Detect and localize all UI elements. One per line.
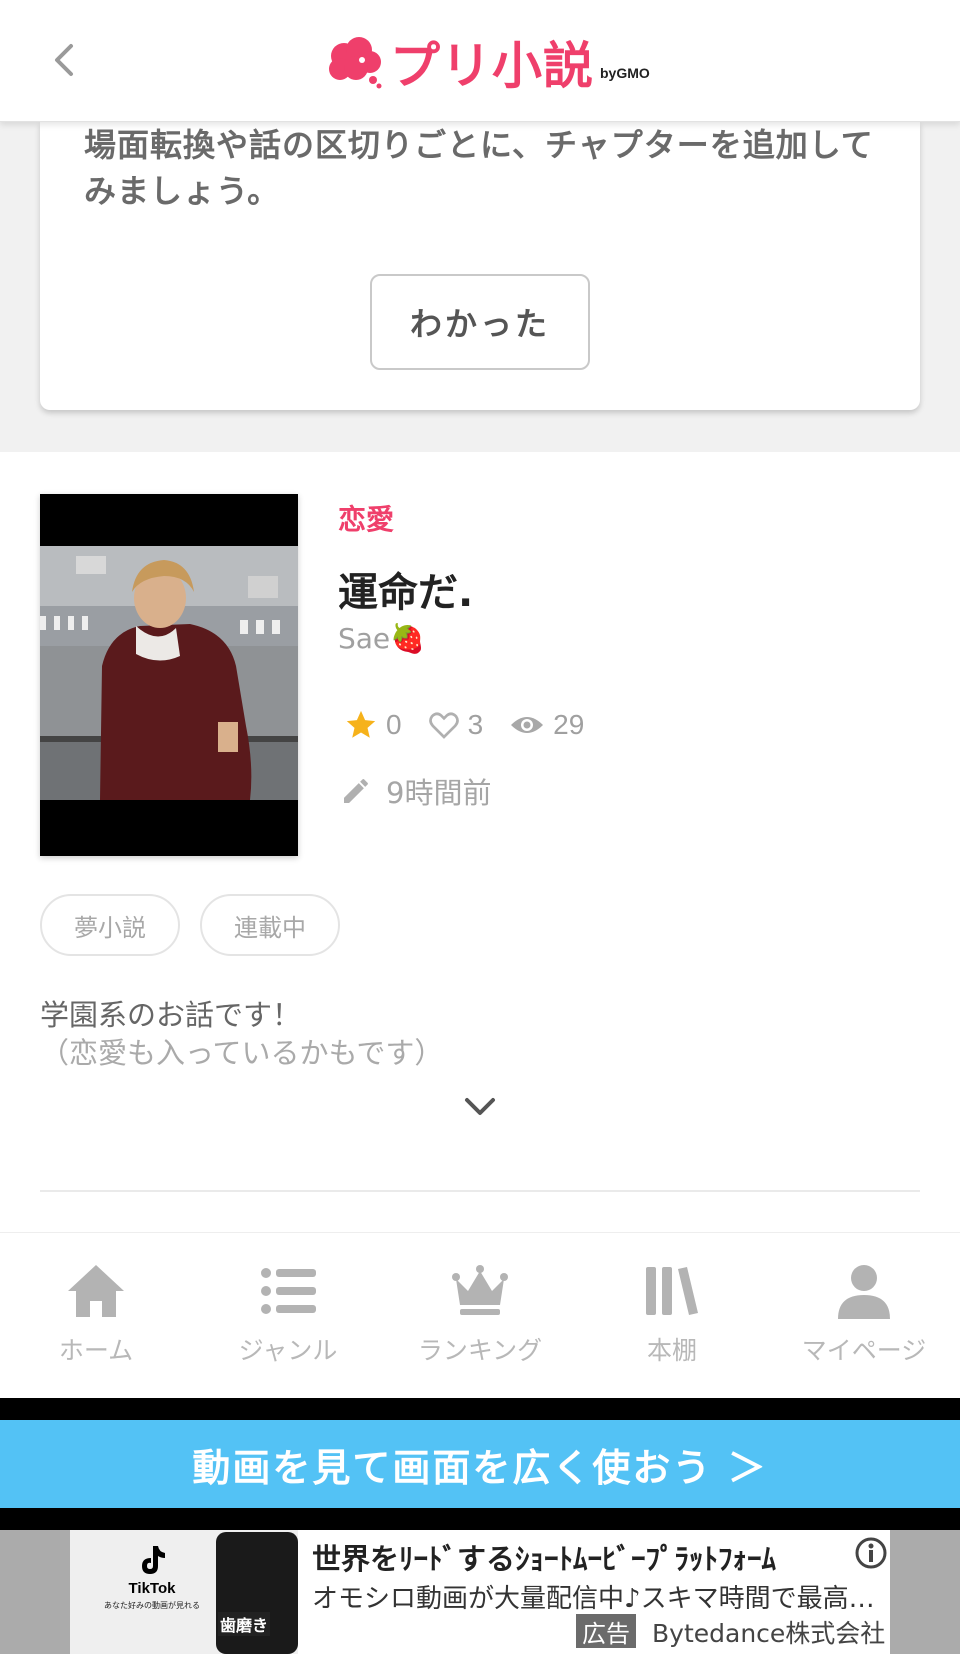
description-line-2: （恋愛も入っているかもです）: [40, 1036, 444, 1070]
ad-phone-image: 歯磨き: [216, 1532, 298, 1654]
pencil-icon: [344, 779, 368, 803]
ad-banner[interactable]: TikTok あなた好みの動画が見れる 歯磨き 世界をﾘｰﾄﾞするｼｮｰﾄﾑｰﾋ…: [70, 1530, 890, 1654]
app-logo[interactable]: プリ小説 byGMO: [326, 30, 650, 95]
bookshelf-icon: [646, 1267, 698, 1315]
ad-title: 世界をﾘｰﾄﾞするｼｮｰﾄﾑｰﾋﾞｰﾌﾟﾗｯﾄﾌｫｰﾑ: [312, 1542, 777, 1576]
back-button[interactable]: [42, 38, 86, 82]
banner-border-bottom: [0, 1508, 960, 1530]
ad-badge: 広告: [576, 1614, 636, 1648]
logo-by: by: [600, 65, 617, 81]
work-title: 運命だ.: [338, 570, 474, 616]
work-stats: 0 3 29: [344, 708, 610, 742]
cover-photo: [40, 546, 298, 800]
cloud-logo-icon: [329, 37, 382, 89]
cover-image[interactable]: [40, 494, 298, 856]
likes-count: 3: [467, 709, 484, 740]
expand-description-button[interactable]: [462, 1092, 498, 1122]
bottom-navigation: ホーム ジャンル ランキング 本棚 マイページ: [0, 1232, 960, 1398]
logo-brand: GMO: [616, 65, 650, 81]
info-icon[interactable]: [854, 1536, 888, 1570]
logo-by-brand: byGMO: [600, 65, 650, 81]
ad-thumbnail: TikTok あなた好みの動画が見れる 歯磨き: [70, 1530, 298, 1654]
nav-ranking[interactable]: ランキング: [384, 1233, 576, 1398]
ad-tiktok-sub: あなた好みの動画が見れる: [104, 1601, 200, 1610]
heart-icon: [428, 712, 459, 739]
stat-likes: 3: [428, 709, 484, 741]
ad-tiktok-logo: TikTok あなた好みの動画が見れる: [92, 1544, 212, 1611]
crown-icon: [452, 1265, 508, 1315]
author-name[interactable]: Sae🍓: [338, 622, 425, 655]
star-icon: [346, 710, 376, 738]
logo-text: プリ小説: [390, 37, 594, 95]
nav-genre[interactable]: ジャンル: [192, 1233, 384, 1398]
tag-dream-novel[interactable]: 夢小説: [40, 894, 180, 956]
tip-area: 場面転換や話の区切りごとに、チャプターを追加してみましょう。 わかった: [0, 122, 960, 452]
watch-video-banner[interactable]: 動画を見て画面を広く使おう ＞: [0, 1420, 960, 1508]
chevron-left-icon: [55, 44, 73, 76]
ad-advertiser: Bytedance株式会社: [652, 1619, 886, 1648]
stars-count: 0: [386, 709, 402, 740]
description-line-1: 学園系のお話です！: [40, 998, 302, 1032]
nav-home-label: ホーム: [58, 1336, 134, 1365]
updated-time: 9時間前: [340, 770, 491, 812]
nav-genre-label: ジャンル: [238, 1336, 338, 1365]
person-icon: [838, 1265, 890, 1319]
got-it-button[interactable]: わかった: [370, 274, 590, 370]
eye-icon: [511, 717, 544, 733]
banner-border-top: [0, 1398, 960, 1420]
tag-serializing[interactable]: 連載中: [200, 894, 340, 956]
views-count: 29: [553, 709, 585, 740]
home-icon: [68, 1265, 124, 1317]
ad-tiktok-name: TikTok: [128, 1580, 176, 1597]
chapter-tip-card: 場面転換や話の区切りごとに、チャプターを追加してみましょう。 わかった: [40, 122, 920, 410]
tiktok-icon: [142, 1546, 165, 1574]
nav-bookshelf-label: 本棚: [646, 1336, 697, 1365]
divider: [40, 1190, 920, 1192]
nav-home[interactable]: ホーム: [0, 1233, 192, 1398]
stat-stars: 0: [344, 708, 402, 742]
nav-ranking-label: ランキング: [417, 1336, 543, 1365]
nav-mypage[interactable]: マイページ: [768, 1233, 960, 1398]
updated-text: 9時間前: [386, 776, 492, 810]
ad-phone-label: 歯磨き: [218, 1612, 271, 1636]
ad-text: オモシロ動画が大量配信中♪スキマ時間で最高…: [312, 1584, 875, 1614]
tag-list: 夢小説 連載中: [40, 894, 360, 956]
nav-bookshelf[interactable]: 本棚: [576, 1233, 768, 1398]
genre-label[interactable]: 恋愛: [338, 498, 394, 538]
list-icon: [261, 1268, 316, 1314]
tip-text: 場面転換や話の区切りごとに、チャプターを追加してみましょう。: [84, 126, 874, 210]
ad-area: TikTok あなた好みの動画が見れる 歯磨き 世界をﾘｰﾄﾞするｼｮｰﾄﾑｰﾋ…: [0, 1530, 960, 1654]
nav-mypage-label: マイページ: [801, 1336, 927, 1365]
stat-views: 29: [509, 709, 584, 741]
app-header: プリ小説 byGMO: [0, 0, 960, 122]
chevron-down-icon: [465, 1098, 495, 1115]
